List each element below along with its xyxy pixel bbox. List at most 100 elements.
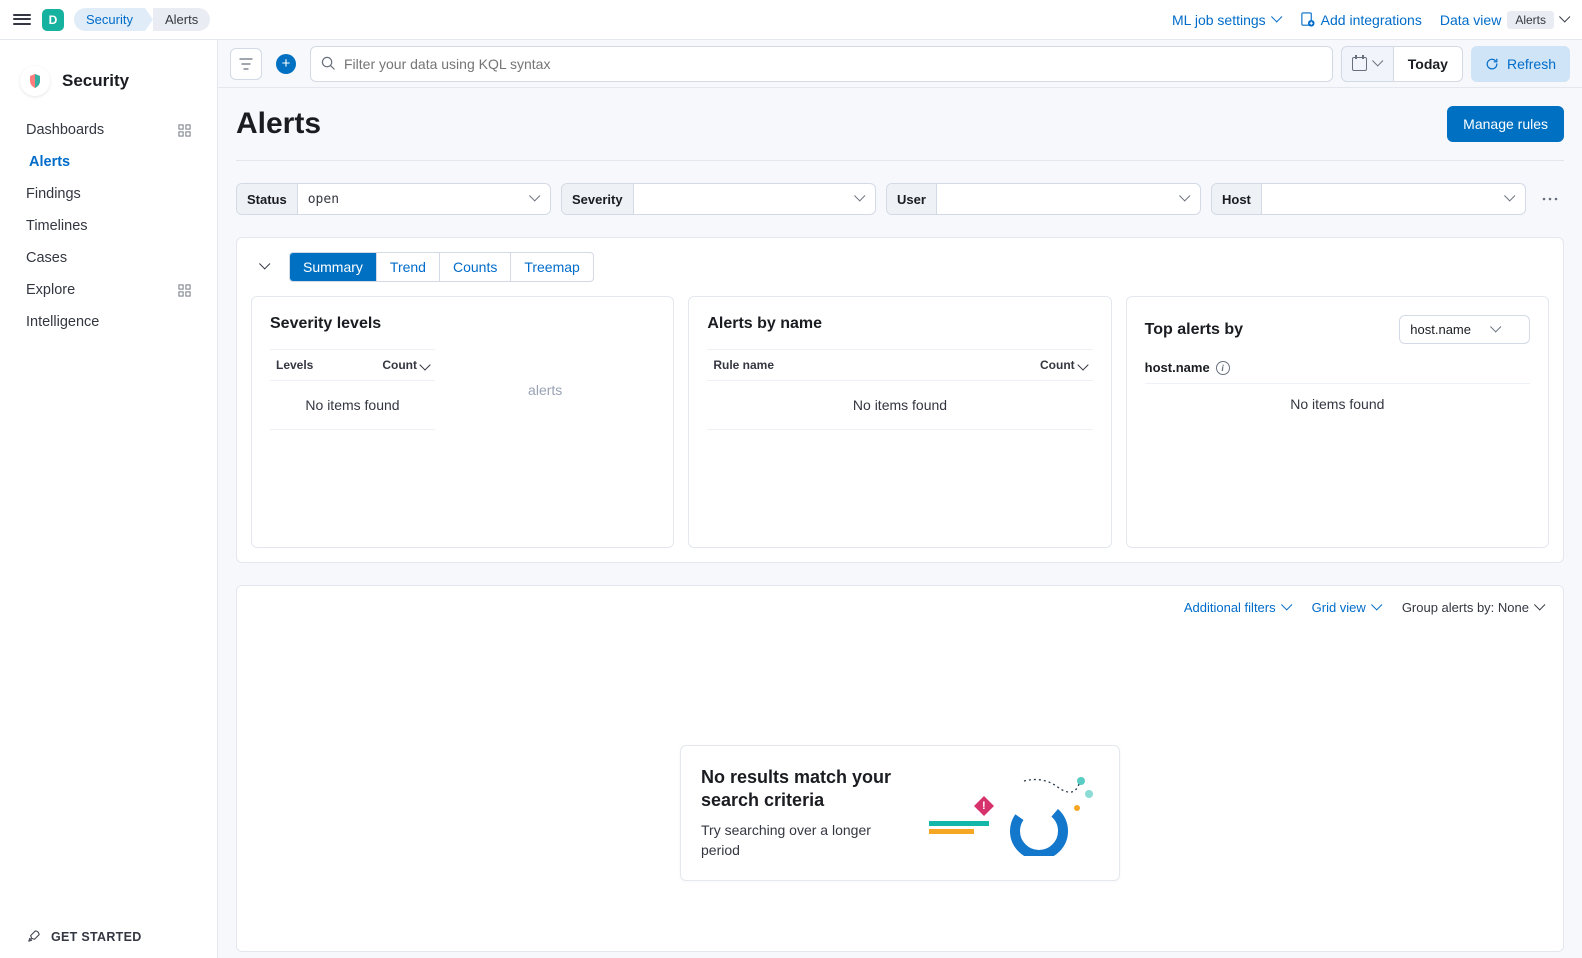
group-alerts-dropdown[interactable]: Group alerts by: None <box>1402 600 1545 615</box>
no-items-text: No items found <box>1145 384 1530 428</box>
svg-text:!: ! <box>982 800 986 812</box>
sidebar-item-timelines[interactable]: Timelines <box>0 210 217 242</box>
filter-label-host: Host <box>1212 184 1262 214</box>
data-view-value: Alerts <box>1507 11 1554 29</box>
card-title: Top alerts by <box>1145 321 1243 339</box>
breadcrumb-alerts: Alerts <box>153 8 210 31</box>
no-items-text: No items found <box>707 381 1092 430</box>
sidebar-item-label: Timelines <box>26 218 88 234</box>
chevron-down-icon <box>530 194 540 204</box>
refresh-button[interactable]: Refresh <box>1471 46 1570 82</box>
date-quick-today[interactable]: Today <box>1394 46 1463 82</box>
empty-state-card: No results match your search criteria Tr… <box>680 745 1120 881</box>
app-title-text: Security <box>62 71 129 91</box>
sidebar-item-cases[interactable]: Cases <box>0 242 217 274</box>
chart-placeholder-text: alerts <box>528 382 562 398</box>
sidebar-item-intelligence[interactable]: Intelligence <box>0 306 217 338</box>
filter-icon-button[interactable] <box>230 48 262 80</box>
sidebar-item-explore[interactable]: Explore <box>0 274 217 306</box>
col-levels[interactable]: Levels <box>276 358 313 372</box>
field-host-name: host.name <box>1145 360 1210 375</box>
data-view-select[interactable]: Data view Alerts <box>1440 11 1570 29</box>
card-title: Severity levels <box>270 315 655 333</box>
sort-down-icon <box>421 361 429 369</box>
sidebar-item-findings[interactable]: Findings <box>0 178 217 210</box>
user-filter[interactable]: User <box>886 183 1201 215</box>
add-filter-button[interactable]: + <box>270 48 302 80</box>
grid-icon <box>178 124 191 137</box>
page-title: Alerts <box>236 107 321 141</box>
chevron-down-icon <box>1372 603 1382 613</box>
filter-label-user: User <box>887 184 937 214</box>
grid-view-dropdown[interactable]: Grid view <box>1312 600 1382 615</box>
date-today-label: Today <box>1408 56 1448 72</box>
get-started-link[interactable]: GET STARTED <box>0 914 217 958</box>
top-by-select[interactable]: host.name <box>1399 315 1530 344</box>
chevron-down-icon <box>1491 325 1501 335</box>
sidebar-item-label: Alerts <box>29 154 70 170</box>
get-started-label: GET STARTED <box>51 930 142 944</box>
refresh-icon <box>1485 57 1499 71</box>
sidebar-item-alerts[interactable]: Alerts <box>0 146 217 178</box>
chevron-down-icon <box>1535 603 1545 613</box>
tab-treemap[interactable]: Treemap <box>511 253 593 281</box>
status-filter[interactable]: Status open <box>236 183 551 215</box>
col-count: Count <box>1040 358 1075 372</box>
sidebar-item-label: Dashboards <box>26 122 104 138</box>
severity-chart-placeholder: alerts <box>435 349 655 430</box>
host-filter[interactable]: Host <box>1211 183 1526 215</box>
top-alerts-card: Top alerts by host.name host.name i No i… <box>1126 296 1549 548</box>
ml-job-settings-link[interactable]: ML job settings <box>1172 12 1282 28</box>
sort-down-icon <box>1079 361 1087 369</box>
chevron-down-icon <box>1505 194 1515 204</box>
col-count-sort[interactable]: Count <box>382 358 429 372</box>
deployment-badge[interactable]: D <box>42 9 64 31</box>
breadcrumb: Security Alerts <box>74 8 210 31</box>
empty-illustration: ! <box>929 766 1099 846</box>
additional-filters-dropdown[interactable]: Additional filters <box>1184 600 1292 615</box>
add-integrations-icon <box>1300 12 1315 27</box>
col-rule-name[interactable]: Rule name <box>713 358 774 372</box>
group-alerts-label: Group alerts by: None <box>1402 600 1529 615</box>
kql-search-wrapper <box>310 46 1333 82</box>
info-icon[interactable]: i <box>1216 361 1230 375</box>
manage-rules-button[interactable]: Manage rules <box>1447 106 1564 142</box>
date-picker-button[interactable] <box>1341 46 1394 82</box>
ml-job-settings-label: ML job settings <box>1172 12 1266 28</box>
chevron-down-icon <box>1373 59 1383 69</box>
chevron-down-icon <box>260 262 270 272</box>
chevron-down-icon <box>1272 15 1282 25</box>
filter-value-status: open <box>298 192 520 207</box>
chevron-down-icon <box>1560 15 1570 25</box>
breadcrumb-security[interactable]: Security <box>74 8 153 31</box>
card-title: Alerts by name <box>707 315 1092 333</box>
tab-trend[interactable]: Trend <box>377 253 440 281</box>
col-count: Count <box>382 358 417 372</box>
plus-circle-icon: + <box>276 54 296 74</box>
collapse-panel-button[interactable] <box>251 253 279 281</box>
nav-menu-icon[interactable] <box>12 10 32 30</box>
tab-counts[interactable]: Counts <box>440 253 511 281</box>
severity-levels-card: Severity levels Levels Count <box>251 296 674 548</box>
security-app-icon <box>20 66 50 96</box>
data-view-label: Data view <box>1440 12 1501 28</box>
chevron-down-icon <box>1282 603 1292 613</box>
empty-description: Try searching over a longer period <box>701 821 909 860</box>
severity-filter[interactable]: Severity <box>561 183 876 215</box>
filter-icon <box>239 57 253 71</box>
dots-icon <box>1542 197 1558 201</box>
sidebar-item-dashboards[interactable]: Dashboards <box>0 114 217 146</box>
chevron-down-icon <box>855 194 865 204</box>
sidebar-item-label: Explore <box>26 282 75 298</box>
tab-summary[interactable]: Summary <box>290 253 377 281</box>
more-filters-button[interactable] <box>1536 197 1564 201</box>
add-integrations-link[interactable]: Add integrations <box>1300 12 1422 28</box>
refresh-label: Refresh <box>1507 56 1556 72</box>
filter-label-severity: Severity <box>562 184 634 214</box>
col-count-sort[interactable]: Count <box>1040 358 1087 372</box>
top-by-value: host.name <box>1410 322 1471 337</box>
chevron-down-icon <box>1180 194 1190 204</box>
kql-search-input[interactable] <box>344 56 1322 72</box>
alerts-by-name-card: Alerts by name Rule name Count No items … <box>688 296 1111 548</box>
search-icon <box>321 56 336 71</box>
